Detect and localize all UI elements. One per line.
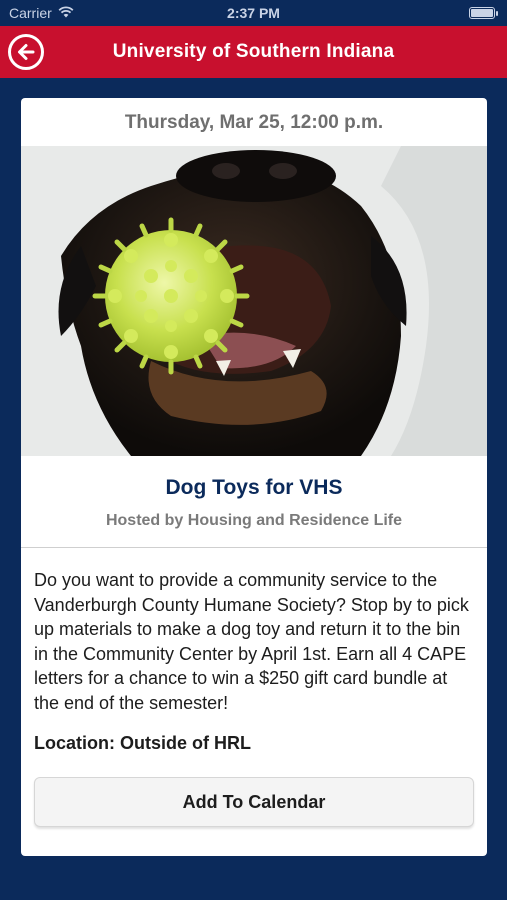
event-title: Dog Toys for VHS: [165, 476, 343, 499]
battery-icon: [469, 7, 498, 19]
add-to-calendar-button[interactable]: Add To Calendar: [34, 777, 474, 827]
event-photo: [21, 146, 487, 456]
event-card: Thursday, Mar 25, 12:00 p.m. Dog Toys fo…: [21, 98, 487, 856]
event-description: Do you want to provide a community servi…: [34, 570, 469, 713]
event-host: Hosted by Housing and Residence Life: [105, 512, 403, 529]
event-date: Thursday, Mar 25, 12:00 p.m.: [124, 112, 384, 133]
navigation-bar: University of Southern Indiana: [0, 26, 507, 78]
event-location: Location: Outside of HRL: [34, 733, 251, 753]
app-title: University of Southern Indiana: [112, 41, 395, 62]
clock: 2:37 PM: [227, 5, 280, 21]
status-bar: Carrier 2:37 PM: [0, 0, 507, 26]
